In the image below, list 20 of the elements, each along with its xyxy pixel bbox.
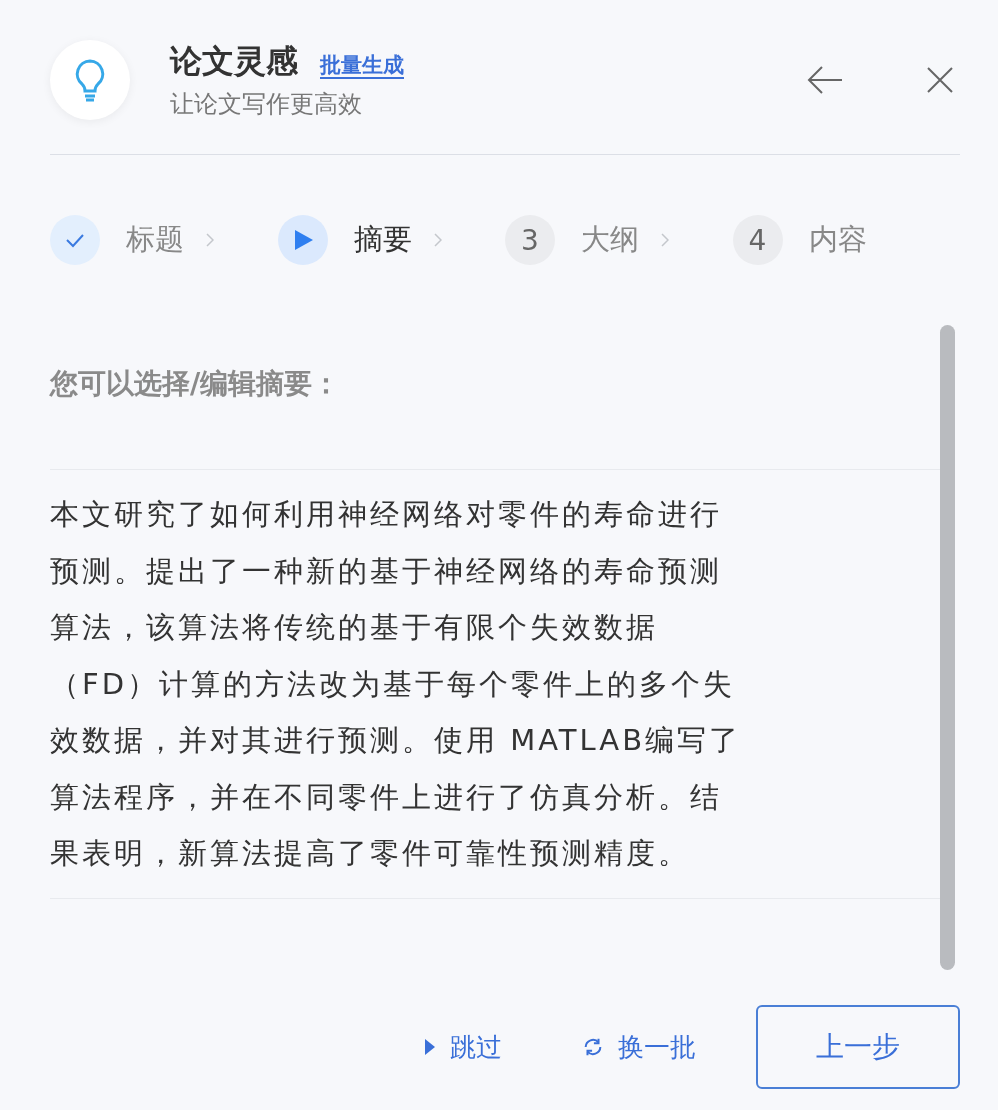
step-label: 内容 [808,221,867,258]
batch-generate-link[interactable]: 批量生成 [320,51,404,79]
step-label: 标题 [126,221,184,258]
refresh-button[interactable]: 换一批 [562,1019,716,1075]
chevron-icon [661,233,669,247]
app-subtitle: 让论文写作更高效 [170,89,363,120]
chevron-icon [206,233,214,247]
chevron-icon [433,233,442,247]
play-icon [424,1038,436,1056]
step-label: 摘要 [353,221,412,258]
step-number: 3 [505,215,555,265]
abstract-text[interactable]: 本文研究了如何利用神经网络对零件的寿命进行预测。提出了一种新的基于神经网络的寿命预测算法，该算法将传统的基于有限个失效数据（FD）计算的方法改为基于每个零件上的多个失效数据，并对其进行预测。使用 MATLAB编写了算法程序，并在不同零件上进行了仿真分析。结果表明，新算法提高了零件可靠性预测精度。 [50,486,750,882]
refresh-icon [582,1036,604,1058]
step-label: 大纲 [581,221,639,258]
previous-step-button[interactable]: 上一步 [756,1005,960,1089]
step-number: 4 [732,215,783,265]
app-title: 论文灵感 [170,41,298,82]
prompt-label: 您可以选择/编辑摘要： [50,366,342,402]
scrollbar[interactable] [940,325,955,970]
skip-button[interactable]: 跳过 [404,1019,522,1075]
